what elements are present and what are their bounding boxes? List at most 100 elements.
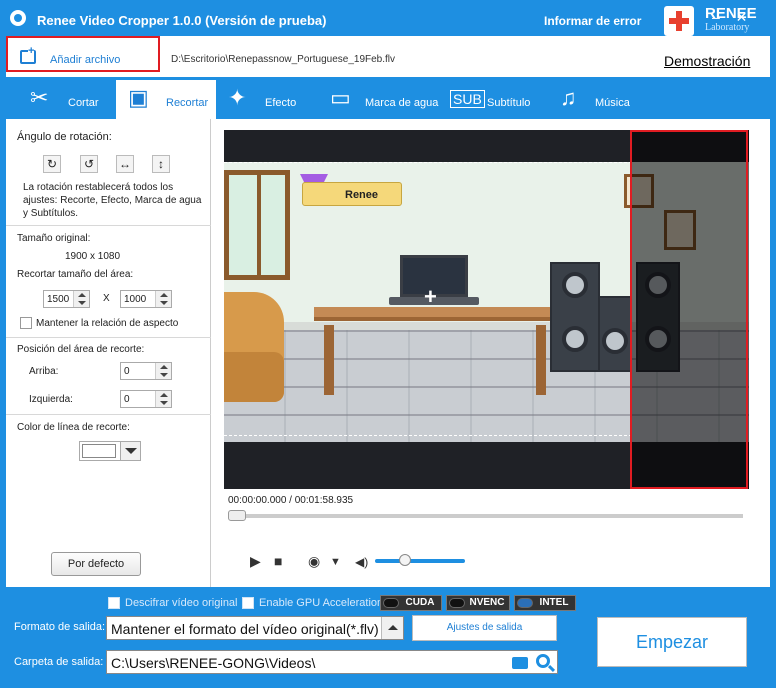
tab-subtitle[interactable]: SUB Subtítulo — [450, 80, 546, 119]
left-label: Izquierda: — [29, 394, 73, 405]
demo-link[interactable]: Demostración — [664, 53, 750, 69]
timeline-track[interactable] — [228, 514, 743, 518]
intel-label: INTEL — [539, 597, 569, 608]
output-folder-field[interactable]: C:\Users\RENEE-GONG\Videos\ — [106, 650, 558, 674]
decrypt-checkbox[interactable] — [108, 597, 120, 609]
rotate-left-button[interactable]: ↺ — [80, 155, 98, 173]
left-value: 0 — [124, 394, 130, 405]
scissors-icon: ✂ — [30, 85, 49, 110]
crop-height-stepper[interactable]: 1000 — [120, 290, 172, 308]
tab-music-label: Música — [595, 97, 630, 109]
crop-height-value: 1000 — [124, 294, 147, 305]
rotate-right-button[interactable]: ↻ — [43, 155, 61, 173]
intel-badge: INTEL — [514, 595, 576, 611]
rotate-cw-icon: ↻ — [46, 157, 58, 171]
report-error-link[interactable]: Informar de error — [544, 14, 641, 28]
flip-vertical-button[interactable]: ↕ — [152, 155, 170, 173]
gpu-checkbox[interactable] — [242, 597, 254, 609]
line-color-select[interactable] — [79, 441, 141, 461]
watermark-icon: ▭ — [330, 85, 351, 110]
rotate-ccw-icon: ↺ — [83, 157, 95, 171]
format-select[interactable]: Mantener el formato del vídeo original(*… — [106, 616, 404, 640]
nvidia-eye-icon — [449, 598, 465, 608]
output-bar: Descifrar vídeo original Enable GPU Acce… — [0, 587, 776, 688]
tab-music[interactable]: ♫ Música — [558, 80, 638, 119]
original-size-value: 1900 x 1080 — [65, 251, 121, 262]
volume-icon[interactable]: ◀) — [355, 555, 368, 569]
format-label: Formato de salida: — [14, 621, 106, 633]
divider — [6, 225, 211, 226]
gpu-label: Enable GPU Acceleration — [259, 597, 384, 609]
top-stepper[interactable]: 0 — [120, 362, 172, 380]
add-file-label: Añadir archivo — [50, 54, 121, 66]
chevron-up-icon[interactable] — [381, 617, 403, 639]
tab-cut-label: Cortar — [68, 97, 99, 109]
tab-watermark-label: Marca de agua — [365, 97, 439, 109]
play-icon[interactable]: ▶ — [250, 553, 261, 570]
start-button[interactable]: Empezar — [597, 617, 747, 667]
video-preview[interactable]: Renee + — [224, 130, 749, 489]
volume-handle[interactable] — [399, 554, 411, 566]
camera-icon[interactable]: ◉ — [308, 553, 320, 570]
cuda-label: CUDA — [405, 597, 435, 608]
magic-wand-icon: ✦ — [228, 85, 247, 110]
stop-icon[interactable]: ■ — [274, 553, 282, 569]
keep-ratio-checkbox[interactable] — [20, 317, 32, 329]
tab-bar: ✂ Cortar ▣ Recortar ✦ Efecto ▭ Marca de … — [6, 77, 770, 119]
crop-area-outline[interactable] — [224, 162, 632, 436]
file-path: D:\Escritorio\Renepassnow_Portuguese_19F… — [171, 54, 396, 65]
file-row: Añadir archivo D:\Escritorio\Renepassnow… — [6, 36, 770, 77]
stepper-arrows-icon[interactable] — [155, 291, 171, 307]
nvidia-eye-icon — [383, 598, 399, 608]
crop-width-value: 1500 — [47, 294, 70, 305]
tab-cut[interactable]: ✂ Cortar — [22, 80, 122, 119]
crop-x-label: X — [103, 293, 110, 304]
window-title: Renee Video Cropper 1.0.0 (Versión de pr… — [37, 13, 327, 28]
tab-crop-label: Recortar — [166, 97, 209, 109]
main-panel: Ángulo de rotación: ↻ ↺ ↔ ↕ La rotación … — [6, 119, 770, 587]
tab-watermark[interactable]: ▭ Marca de agua — [330, 80, 442, 119]
divider — [6, 414, 211, 415]
crop-area-label: Recortar tamaño del área: — [17, 269, 134, 280]
intel-icon — [517, 598, 533, 608]
folder-icon[interactable] — [512, 657, 528, 669]
window-controls[interactable]: – ✕ — [712, 9, 753, 26]
top-value: 0 — [124, 366, 130, 377]
stepper-arrows-icon[interactable] — [73, 291, 89, 307]
nvenc-badge: NVENC — [446, 595, 510, 611]
tab-effect[interactable]: ✦ Efecto — [226, 80, 316, 119]
chevron-down-icon[interactable] — [120, 442, 140, 460]
tab-crop[interactable]: ▣ Recortar — [116, 80, 216, 119]
nvenc-label: NVENC — [469, 597, 505, 608]
volume-slider[interactable] — [375, 559, 465, 563]
output-settings-button[interactable]: Ajustes de salida — [412, 615, 557, 641]
stepper-arrows-icon[interactable] — [155, 363, 171, 379]
default-button[interactable]: Por defecto — [51, 552, 141, 576]
color-swatch — [82, 444, 116, 458]
flip-vertical-icon: ↕ — [158, 157, 164, 171]
tab-effect-label: Efecto — [265, 97, 297, 109]
app-logo-icon — [10, 10, 26, 26]
time-display: 00:00:00.000 / 00:01:58.935 — [228, 495, 354, 506]
crop-icon: ▣ — [128, 85, 149, 110]
timeline-handle[interactable] — [228, 510, 246, 521]
flip-horizontal-button[interactable]: ↔ — [116, 155, 134, 173]
search-icon[interactable] — [536, 654, 550, 668]
tab-subtitle-label: Subtítulo — [487, 97, 531, 109]
subtitle-icon: SUB — [450, 90, 485, 108]
camera-dropdown-icon[interactable]: ▼ — [330, 556, 341, 568]
stepper-arrows-icon[interactable] — [155, 391, 171, 407]
add-file-icon — [20, 46, 36, 64]
add-file-button[interactable]: Añadir archivo — [6, 36, 160, 72]
flip-horizontal-icon: ↔ — [119, 157, 131, 171]
folder-value: C:\Users\RENEE-GONG\Videos\ — [111, 655, 316, 671]
format-value: Mantener el formato del vídeo original(*… — [111, 621, 379, 637]
crop-width-stepper[interactable]: 1500 — [43, 290, 90, 308]
top-label: Arriba: — [29, 366, 59, 377]
left-stepper[interactable]: 0 — [120, 390, 172, 408]
highlight-box — [630, 130, 748, 489]
divider — [6, 337, 211, 338]
line-color-label: Color de línea de recorte: — [17, 422, 130, 433]
title-bar: Renee Video Cropper 1.0.0 (Versión de pr… — [0, 0, 776, 36]
keep-ratio-label: Mantener la relación de aspecto — [36, 318, 179, 329]
